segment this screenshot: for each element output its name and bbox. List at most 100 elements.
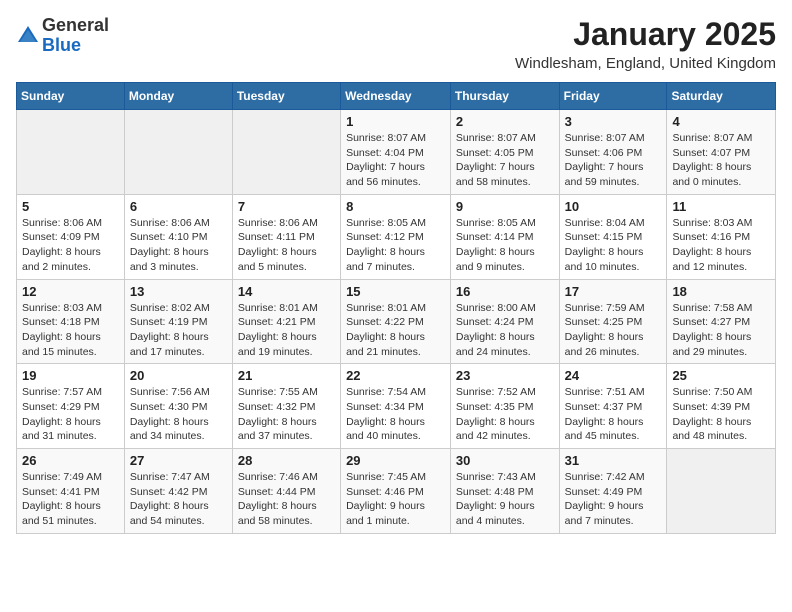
day-info: Sunrise: 7:58 AMSunset: 4:27 PMDaylight:… [672, 301, 770, 360]
calendar-table: SundayMondayTuesdayWednesdayThursdayFrid… [16, 82, 776, 534]
calendar-cell: 8Sunrise: 8:05 AMSunset: 4:12 PMDaylight… [341, 194, 451, 279]
day-number: 30 [456, 453, 554, 468]
day-info: Sunrise: 7:52 AMSunset: 4:35 PMDaylight:… [456, 385, 554, 444]
day-info: Sunrise: 8:07 AMSunset: 4:05 PMDaylight:… [456, 131, 554, 190]
day-info: Sunrise: 7:55 AMSunset: 4:32 PMDaylight:… [238, 385, 335, 444]
calendar-cell: 4 Sunrise: 8:07 AMSunset: 4:07 PMDaylight… [667, 110, 776, 195]
day-info: Sunrise: 7:51 AMSunset: 4:37 PMDaylight:… [565, 385, 662, 444]
calendar-cell [17, 110, 125, 195]
day-number: 10 [565, 199, 662, 214]
day-number: 7 [238, 199, 335, 214]
day-info: Sunrise: 8:07 AMSunset: 4:06 PMDaylight:… [565, 131, 662, 190]
day-number: 15 [346, 284, 445, 299]
day-info: Sunrise: 8:02 AMSunset: 4:19 PMDaylight:… [130, 301, 227, 360]
location: Windlesham, England, United Kingdom [515, 55, 776, 72]
day-info: Sunrise: 7:42 AMSunset: 4:49 PMDaylight:… [565, 470, 662, 529]
calendar-cell [232, 110, 340, 195]
day-info: Sunrise: 8:07 AMSunset: 4:07 PMDaylight:… [672, 131, 770, 190]
calendar-cell: 18 Sunrise: 7:58 AMSunset: 4:27 PMDayligh… [667, 279, 776, 364]
day-number: 23 [456, 368, 554, 383]
header-cell-wednesday: Wednesday [341, 83, 451, 110]
day-number: 25 [672, 368, 770, 383]
day-info: Sunrise: 8:00 AMSunset: 4:24 PMDaylight:… [456, 301, 554, 360]
day-info: Sunrise: 8:06 AMSunset: 4:09 PMDaylight:… [22, 216, 119, 275]
day-number: 14 [238, 284, 335, 299]
day-number: 20 [130, 368, 227, 383]
calendar-cell: 21 Sunrise: 7:55 AMSunset: 4:32 PMDayligh… [232, 364, 340, 449]
day-number: 27 [130, 453, 227, 468]
day-number: 13 [130, 284, 227, 299]
calendar-cell: 13 Sunrise: 8:02 AMSunset: 4:19 PMDayligh… [124, 279, 232, 364]
calendar-cell: 27 Sunrise: 7:47 AMSunset: 4:42 PMDayligh… [124, 449, 232, 534]
day-number: 16 [456, 284, 554, 299]
day-number: 4 [672, 114, 770, 129]
header-cell-sunday: Sunday [17, 83, 125, 110]
day-info: Sunrise: 8:03 AMSunset: 4:16 PMDaylight:… [672, 216, 770, 275]
logo: General Blue [16, 16, 109, 56]
calendar-cell: 3 Sunrise: 8:07 AMSunset: 4:06 PMDaylight… [559, 110, 667, 195]
day-number: 1 [346, 114, 445, 129]
day-number: 6 [130, 199, 227, 214]
calendar-week-2: 5 Sunrise: 8:06 AMSunset: 4:09 PMDaylight… [17, 194, 776, 279]
day-number: 21 [238, 368, 335, 383]
day-info: Sunrise: 8:06 AMSunset: 4:11 PMDaylight:… [238, 216, 335, 275]
calendar-cell: 15 Sunrise: 8:01 AMSunset: 4:22 PMDayligh… [341, 279, 451, 364]
calendar-cell: 17 Sunrise: 7:59 AMSunset: 4:25 PMDayligh… [559, 279, 667, 364]
calendar-cell: 31 Sunrise: 7:42 AMSunset: 4:49 PMDayligh… [559, 449, 667, 534]
day-info: Sunrise: 8:03 AMSunset: 4:18 PMDaylight:… [22, 301, 119, 360]
calendar-week-1: 1Sunrise: 8:07 AMSunset: 4:04 PMDaylight… [17, 110, 776, 195]
logo-icon [16, 24, 40, 48]
page-header: General Blue January 2025 Windlesham, En… [16, 16, 776, 72]
calendar-week-5: 26Sunrise: 7:49 AMSunset: 4:41 PMDayligh… [17, 449, 776, 534]
calendar-cell: 9 Sunrise: 8:05 AMSunset: 4:14 PMDaylight… [450, 194, 559, 279]
calendar-cell: 26Sunrise: 7:49 AMSunset: 4:41 PMDayligh… [17, 449, 125, 534]
day-number: 5 [22, 199, 119, 214]
day-number: 3 [565, 114, 662, 129]
calendar-cell: 23 Sunrise: 7:52 AMSunset: 4:35 PMDayligh… [450, 364, 559, 449]
day-number: 2 [456, 114, 554, 129]
calendar-cell: 19Sunrise: 7:57 AMSunset: 4:29 PMDayligh… [17, 364, 125, 449]
calendar-cell: 6Sunrise: 8:06 AMSunset: 4:10 PMDaylight… [124, 194, 232, 279]
day-info: Sunrise: 7:59 AMSunset: 4:25 PMDaylight:… [565, 301, 662, 360]
day-info: Sunrise: 7:56 AMSunset: 4:30 PMDaylight:… [130, 385, 227, 444]
day-info: Sunrise: 8:04 AMSunset: 4:15 PMDaylight:… [565, 216, 662, 275]
day-number: 18 [672, 284, 770, 299]
calendar-cell: 12 Sunrise: 8:03 AMSunset: 4:18 PMDayligh… [17, 279, 125, 364]
logo-general-text: General [42, 16, 109, 36]
day-number: 31 [565, 453, 662, 468]
day-number: 12 [22, 284, 119, 299]
calendar-header: SundayMondayTuesdayWednesdayThursdayFrid… [17, 83, 776, 110]
day-number: 22 [346, 368, 445, 383]
calendar-cell: 2 Sunrise: 8:07 AMSunset: 4:05 PMDaylight… [450, 110, 559, 195]
day-number: 9 [456, 199, 554, 214]
calendar-cell: 28Sunrise: 7:46 AMSunset: 4:44 PMDayligh… [232, 449, 340, 534]
day-number: 11 [672, 199, 770, 214]
day-info: Sunrise: 8:01 AMSunset: 4:22 PMDaylight:… [346, 301, 445, 360]
logo-blue-text: Blue [42, 36, 109, 56]
calendar-week-3: 12 Sunrise: 8:03 AMSunset: 4:18 PMDayligh… [17, 279, 776, 364]
header-row: SundayMondayTuesdayWednesdayThursdayFrid… [17, 83, 776, 110]
calendar-cell: 29Sunrise: 7:45 AMSunset: 4:46 PMDayligh… [341, 449, 451, 534]
calendar-cell [124, 110, 232, 195]
calendar-cell: 14Sunrise: 8:01 AMSunset: 4:21 PMDayligh… [232, 279, 340, 364]
day-info: Sunrise: 7:43 AMSunset: 4:48 PMDaylight:… [456, 470, 554, 529]
calendar-cell [667, 449, 776, 534]
day-info: Sunrise: 7:47 AMSunset: 4:42 PMDaylight:… [130, 470, 227, 529]
month-title: January 2025 [515, 16, 776, 53]
calendar-cell: 25 Sunrise: 7:50 AMSunset: 4:39 PMDayligh… [667, 364, 776, 449]
logo-text: General Blue [42, 16, 109, 56]
day-info: Sunrise: 7:54 AMSunset: 4:34 PMDaylight:… [346, 385, 445, 444]
day-number: 8 [346, 199, 445, 214]
calendar-cell: 16 Sunrise: 8:00 AMSunset: 4:24 PMDayligh… [450, 279, 559, 364]
calendar-body: 1Sunrise: 8:07 AMSunset: 4:04 PMDaylight… [17, 110, 776, 534]
day-info: Sunrise: 7:45 AMSunset: 4:46 PMDaylight:… [346, 470, 445, 529]
calendar-cell: 30 Sunrise: 7:43 AMSunset: 4:48 PMDayligh… [450, 449, 559, 534]
day-number: 17 [565, 284, 662, 299]
day-number: 26 [22, 453, 119, 468]
calendar-week-4: 19Sunrise: 7:57 AMSunset: 4:29 PMDayligh… [17, 364, 776, 449]
day-number: 28 [238, 453, 335, 468]
day-info: Sunrise: 8:05 AMSunset: 4:14 PMDaylight:… [456, 216, 554, 275]
calendar-cell: 10 Sunrise: 8:04 AMSunset: 4:15 PMDayligh… [559, 194, 667, 279]
header-cell-saturday: Saturday [667, 83, 776, 110]
day-info: Sunrise: 7:50 AMSunset: 4:39 PMDaylight:… [672, 385, 770, 444]
